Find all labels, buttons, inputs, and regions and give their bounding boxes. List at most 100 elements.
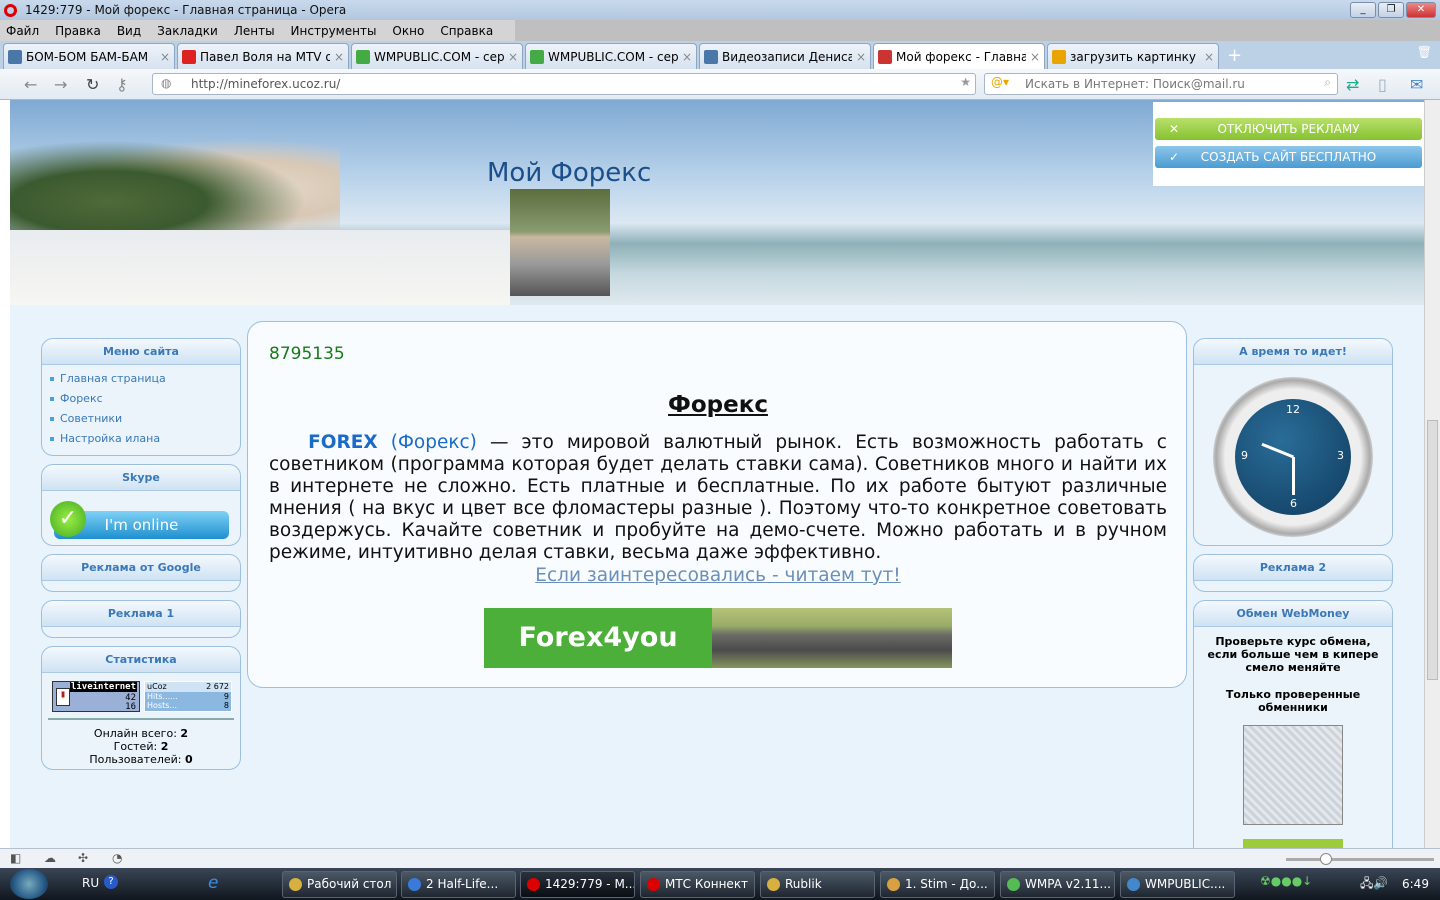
menu-help[interactable]: Справка: [440, 24, 493, 38]
menu-link-home[interactable]: Главная страница: [42, 369, 240, 389]
new-tab-icon[interactable]: +: [1227, 45, 1242, 66]
window-title: 1429:779 - Мой форекс - Главная страница…: [25, 3, 347, 17]
site-header: Мой Форекс ✕ ОТКЛЮЧИТЬ РЕКЛАМУ ✓ СОЗДАТЬ С…: [10, 100, 1424, 305]
home-icon: [878, 49, 892, 64]
forex4you-banner[interactable]: Forex4you: [484, 608, 952, 668]
skype-title: Skype: [42, 465, 240, 491]
tab-close-icon[interactable]: ×: [856, 50, 866, 64]
speed-icon[interactable]: ◔: [112, 851, 122, 865]
taskbar-item[interactable]: 1429:779 - M...: [520, 871, 635, 898]
start-button[interactable]: [10, 869, 48, 899]
mail-search-icon: [1052, 49, 1066, 64]
taskbar-item[interactable]: 1. Stim - До...: [880, 871, 995, 898]
minimize-button[interactable]: _: [1350, 2, 1376, 18]
ie-icon[interactable]: e: [208, 873, 218, 893]
panel-toggle-icon[interactable]: ◧: [10, 851, 21, 865]
window-titlebar: 1429:779 - Мой форекс - Главная страница…: [0, 0, 1440, 20]
menu-link-ilan-setup[interactable]: Настройка илана: [42, 429, 240, 449]
address-input[interactable]: ◍ http://mineforex.ucoz.ru/ ★: [152, 73, 976, 95]
minute-hand: [1292, 457, 1295, 495]
taskbar-item[interactable]: WMPA v2.11...: [1000, 871, 1115, 898]
page-scrollbar[interactable]: [1424, 100, 1440, 848]
taskbar-item[interactable]: 2 Half-Life...: [401, 871, 516, 898]
taskbar-item[interactable]: WMPUBLIC....: [1120, 871, 1235, 898]
forward-icon[interactable]: →: [54, 75, 67, 94]
tab-2[interactable]: WMPUBLIC.COM - сер... ×: [351, 43, 523, 69]
mail-search-icon[interactable]: @▾: [991, 75, 1009, 89]
close-icon: ✕: [1169, 122, 1180, 136]
liveinternet-counter[interactable]: ▮ liveinternet 42 16: [52, 681, 140, 712]
menu-bar: Файл Правка Вид Закладки Ленты Инструмен…: [0, 20, 1440, 41]
zoom-slider-thumb[interactable]: [1320, 853, 1332, 865]
tab-6[interactable]: загрузить картинку - З...×: [1047, 43, 1219, 69]
search-icon[interactable]: ⌕: [1324, 75, 1331, 90]
tab-0[interactable]: БОМ-БОМ БАМ-БАМ ×: [3, 43, 175, 69]
disable-ads-button[interactable]: ✕ ОТКЛЮЧИТЬ РЕКЛАМУ: [1155, 118, 1422, 140]
tray-icons[interactable]: ☢●●●↓: [1260, 874, 1312, 888]
tab-bar: БОМ-БОМ БАМ-БАМ × Павел Воля на MTV о... × W…: [0, 41, 1440, 69]
banner-road-image: [712, 608, 952, 668]
skype-block: Skype I'm online ✓: [41, 464, 241, 546]
restore-button[interactable]: ❐: [1378, 2, 1404, 18]
language-indicator[interactable]: RU: [82, 876, 99, 890]
menu-file[interactable]: Файл: [6, 24, 39, 38]
check-icon: ✓: [1169, 150, 1180, 164]
taskbar-item[interactable]: Rublik: [760, 871, 875, 898]
search-input[interactable]: @▾ Искать в Интернет: Поиск@mail.ru ⌕: [984, 73, 1338, 95]
menu-feeds[interactable]: Ленты: [234, 24, 275, 38]
bookmark-star-icon[interactable]: ★: [960, 75, 971, 89]
read-more-link[interactable]: Если заинтересовались - читаем тут!: [248, 565, 1188, 586]
mail-icon[interactable]: ✉: [1410, 75, 1423, 94]
tab-close-icon[interactable]: ×: [508, 50, 518, 64]
trash-icon[interactable]: 🗑: [1417, 45, 1432, 59]
network-volume-icons[interactable]: 🖧🔊: [1360, 874, 1388, 895]
tab-close-icon[interactable]: ×: [334, 50, 344, 64]
page-icon[interactable]: ▯: [1378, 75, 1387, 94]
ad2-title: Реклама 2: [1194, 555, 1392, 581]
tab-3[interactable]: WMPUBLIC.COM - сер... ×: [525, 43, 697, 69]
back-icon[interactable]: ←: [24, 75, 37, 94]
tab-close-icon[interactable]: ×: [682, 50, 692, 64]
scrollbar-thumb[interactable]: [1427, 420, 1438, 680]
visit-counter: 8795135: [269, 344, 345, 364]
exchanger-banner[interactable]: [1243, 839, 1343, 848]
tab-close-icon[interactable]: ×: [1030, 50, 1040, 64]
menu-window[interactable]: Окно: [392, 24, 424, 38]
tab-4[interactable]: Видеозаписи Дениса ...×: [699, 43, 871, 69]
article-text: FOREX (Форекс) — это мировой валютный ры…: [269, 432, 1167, 563]
close-button[interactable]: ✕: [1406, 2, 1436, 18]
key-icon[interactable]: ⚷: [116, 75, 128, 94]
webmoney-title: Обмен WebMoney: [1194, 601, 1392, 627]
ucoz-counter[interactable]: uCoz 2 672 Hits...... 9 Hosts... 8: [144, 681, 232, 712]
unite-icon[interactable]: ☁: [44, 851, 56, 865]
menu-edit[interactable]: Правка: [55, 24, 101, 38]
create-site-button[interactable]: ✓ СОЗДАТЬ САЙТ БЕСПЛАТНО: [1155, 146, 1422, 168]
vk-icon: [704, 49, 718, 64]
zoom-slider[interactable]: [1286, 853, 1434, 865]
tab-close-icon[interactable]: ×: [1204, 50, 1214, 64]
ucoz-ad-panel: ✕ ОТКЛЮЧИТЬ РЕКЛАМУ ✓ СОЗДАТЬ САЙТ БЕСПЛАТ…: [1153, 102, 1424, 186]
menu-bookmarks[interactable]: Закладки: [157, 24, 218, 38]
taskbar-item[interactable]: МТС Коннект: [640, 871, 755, 898]
tab-5[interactable]: Мой форекс - Главна... ×: [873, 43, 1045, 69]
clock-time: 6:49: [1402, 877, 1429, 891]
menu-view[interactable]: Вид: [117, 24, 141, 38]
reload-icon[interactable]: ↻: [86, 75, 99, 94]
turbo-icon[interactable]: ✣: [78, 851, 88, 865]
google-ads-block: Реклама от Google: [41, 554, 241, 592]
stats-block: Статистика ▮ liveinternet 42 16 uCoz 2 67…: [41, 646, 241, 770]
exchanger-image[interactable]: [1243, 725, 1343, 825]
menu-link-advisors[interactable]: Советники: [42, 409, 240, 429]
menu-link-forex[interactable]: Форекс: [42, 389, 240, 409]
site-title: Мой Форекс: [487, 158, 652, 188]
help-icon[interactable]: ?: [104, 875, 118, 889]
webmoney-block: Обмен WebMoney Проверьте курс обмена, ес…: [1193, 600, 1393, 848]
translate-icon[interactable]: ⇄: [1346, 75, 1359, 94]
taskbar-item[interactable]: Рабочий стол: [282, 871, 397, 898]
tab-1[interactable]: Павел Воля на MTV о... ×: [177, 43, 349, 69]
menu-tools[interactable]: Инструменты: [291, 24, 377, 38]
ad1-title: Реклама 1: [42, 601, 240, 627]
liveinternet-logo-icon: ▮: [56, 688, 70, 706]
author-photo: [510, 189, 610, 296]
tab-close-icon[interactable]: ×: [160, 50, 170, 64]
